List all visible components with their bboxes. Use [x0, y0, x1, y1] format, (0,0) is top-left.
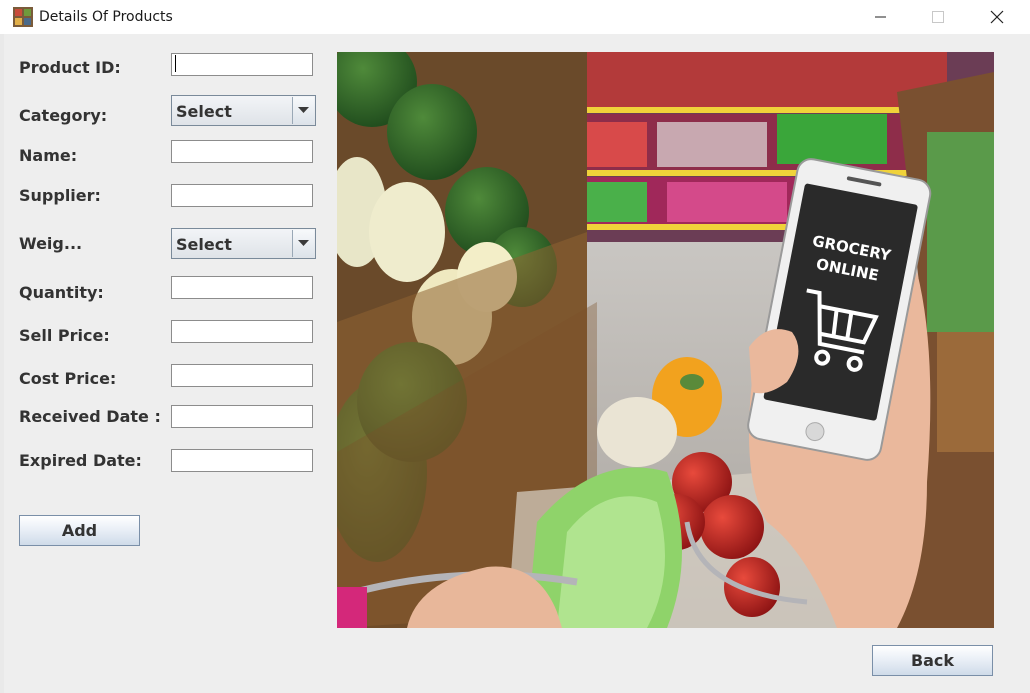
title-bar: Details Of Products	[0, 0, 1030, 34]
product-id-label: Product ID:	[19, 58, 121, 77]
category-select[interactable]: Select	[171, 95, 316, 126]
maximize-button[interactable]	[914, 0, 960, 34]
weight-label: Weig...	[19, 234, 83, 253]
add-button[interactable]: Add	[19, 515, 140, 546]
expired-date-label: Expired Date:	[19, 451, 142, 470]
minimize-button[interactable]	[858, 0, 904, 34]
supplier-label: Supplier:	[19, 186, 101, 205]
close-button[interactable]	[973, 0, 1019, 34]
expired-date-input[interactable]	[171, 449, 313, 472]
weight-select[interactable]: Select	[171, 228, 316, 259]
app-icon	[13, 7, 33, 27]
quantity-label: Quantity:	[19, 283, 104, 302]
category-label: Category:	[19, 106, 108, 125]
received-date-label: Received Date :	[19, 407, 161, 426]
cost-price-label: Cost Price:	[19, 369, 117, 388]
cost-price-input[interactable]	[171, 364, 313, 387]
name-input[interactable]	[171, 140, 313, 163]
chevron-down-icon	[298, 240, 309, 246]
maximize-icon	[932, 11, 944, 23]
sell-price-input[interactable]	[171, 320, 313, 343]
product-id-input[interactable]	[171, 53, 313, 76]
quantity-input[interactable]	[171, 276, 313, 299]
weight-dropdown-button[interactable]	[292, 230, 314, 257]
sell-price-label: Sell Price:	[19, 326, 110, 345]
window-title: Details Of Products	[39, 9, 173, 25]
category-select-value: Select	[176, 102, 232, 121]
minimize-icon	[875, 16, 886, 18]
text-caret	[175, 55, 176, 72]
supplier-input[interactable]	[171, 184, 313, 207]
back-button[interactable]: Back	[872, 645, 993, 676]
grocery-banner-image: GROCERY ONLINE	[337, 52, 994, 628]
form-panel: Product ID: Category: Select Name: Suppl…	[4, 34, 1030, 693]
weight-select-value: Select	[176, 235, 232, 254]
category-dropdown-button[interactable]	[292, 97, 314, 124]
supermarket-photo: GROCERY ONLINE	[337, 52, 994, 628]
name-label: Name:	[19, 146, 78, 165]
close-icon	[990, 10, 1004, 24]
chevron-down-icon	[298, 107, 309, 113]
received-date-input[interactable]	[171, 405, 313, 428]
